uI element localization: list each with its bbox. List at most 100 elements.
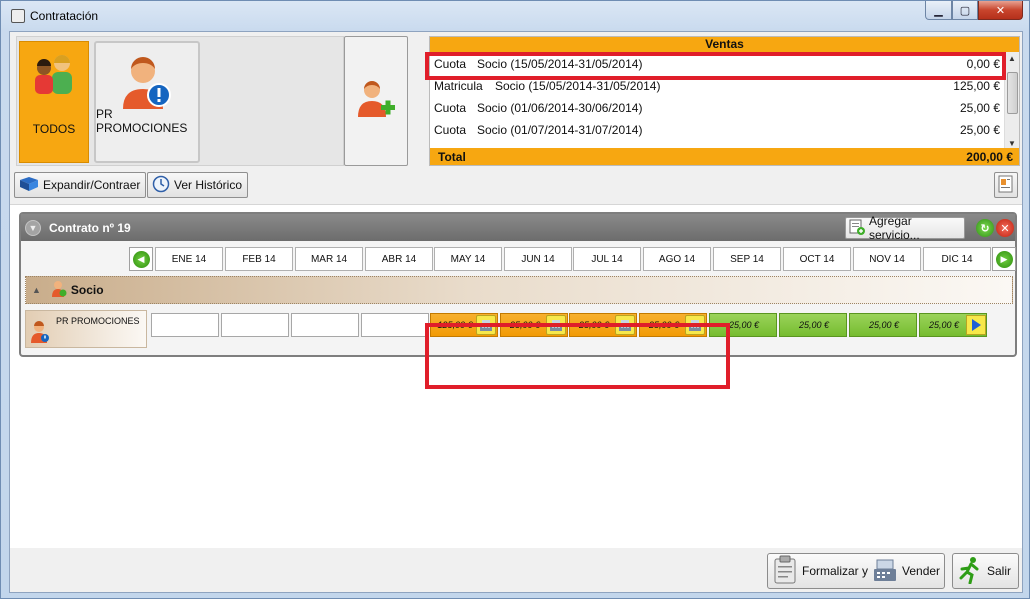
cell-amount: 25,00 € (868, 320, 900, 330)
month-header: SEP 14 (713, 247, 781, 271)
group-people-icon (26, 52, 82, 99)
group-row-socio[interactable]: ▲ Socio (25, 276, 1013, 304)
client-area: TODOS PR PROMOCIONES Ventas Cuota Socio … (9, 31, 1023, 593)
add-person-icon (356, 79, 396, 124)
next-months-button[interactable]: ▶ (992, 247, 1016, 271)
profile-todos[interactable]: TODOS (19, 41, 89, 163)
add-service-label: Agregar servicio... (869, 214, 920, 242)
cell-amount: 25,00 € (728, 320, 760, 330)
cell-amount: 25,00 € (509, 320, 541, 330)
cash-register-icon[interactable] (546, 315, 566, 335)
month-header: FEB 14 (225, 247, 293, 271)
contract-area: ▼ Contrato nº 19 Agregar servicio... ↻ ✕… (10, 204, 1022, 548)
cash-register-icon[interactable] (476, 315, 496, 335)
contratacion-window: Contratación ▁ ▢ ✕ TODOS PR PROMOCIONES … (0, 0, 1030, 599)
ventas-row-desc: Socio (15/05/2014-31/05/2014) (495, 79, 661, 93)
socio-icon (51, 280, 67, 301)
ventas-row[interactable]: Cuota Socio (15/05/2014-31/05/2014) 0,00… (430, 53, 1006, 75)
running-man-icon (958, 556, 982, 587)
salir-label: Salir (987, 564, 1012, 578)
cell-amount: 25,00 € (578, 320, 610, 330)
cell-amount: 25,00 € (928, 320, 960, 330)
collapse-chevron-icon[interactable]: ▼ (25, 219, 41, 236)
month-cell[interactable]: 25,00 € (849, 313, 917, 337)
ver-historico-button[interactable]: Ver Histórico (147, 172, 249, 198)
prev-months-button[interactable]: ◀ (129, 247, 153, 271)
profile-pr-promociones[interactable]: PR PROMOCIONES (94, 41, 200, 163)
service-label[interactable]: PR PROMOCIONES (25, 310, 147, 348)
month-cell[interactable]: 25,00 € (779, 313, 847, 337)
title-bar: Contratación ▁ ▢ ✕ (1, 1, 1029, 31)
collapse-caret-icon[interactable]: ▲ (32, 285, 41, 295)
delete-contract-icon[interactable]: ✕ (996, 219, 1014, 237)
group-label: Socio (70, 283, 104, 297)
month-header: MAY 14 (434, 247, 502, 271)
cash-register-icon[interactable] (615, 315, 635, 335)
ventas-scrollbar[interactable]: ▲ ▼ (1004, 52, 1019, 150)
cash-register-icon[interactable] (685, 315, 705, 335)
window-title: Contratación (30, 9, 99, 23)
refresh-icon[interactable]: ↻ (976, 219, 994, 237)
scroll-thumb[interactable] (1007, 72, 1018, 114)
month-cell[interactable]: 25,00 € (569, 313, 637, 337)
month-cell[interactable]: 25,00 € (639, 313, 707, 337)
minimize-button[interactable]: ▁ (925, 1, 952, 20)
book-icon (19, 176, 39, 195)
formalize-sell-button[interactable]: Formalizar y Vender (767, 553, 945, 589)
cell-amount: 125,00 € (437, 320, 473, 330)
ventas-row-amount: 125,00 € (953, 79, 1000, 93)
ventas-row[interactable]: Matricula Socio (15/05/2014-31/05/2014) … (430, 75, 1006, 97)
add-client-button[interactable] (344, 36, 408, 166)
ver-historico-label: Ver Histórico (174, 178, 243, 192)
month-cell[interactable]: 125,00 € (430, 313, 498, 337)
month-cell[interactable] (291, 313, 359, 337)
month-cell[interactable] (221, 313, 289, 337)
month-header: ENE 14 (155, 247, 223, 271)
ventas-row-type: Matricula (434, 79, 483, 93)
cash-register-icon (872, 557, 898, 586)
expand-collapse-button[interactable]: Expandir/Contraer (14, 172, 147, 198)
clipboard-icon (772, 555, 798, 588)
month-cell[interactable] (151, 313, 219, 337)
person-alert-icon (119, 53, 175, 114)
maximize-button[interactable]: ▢ (952, 1, 978, 20)
ventas-row[interactable]: Cuota Socio (01/07/2014-31/07/2014) 25,0… (430, 119, 1006, 141)
ventas-total-row: Total 200,00 € (430, 148, 1019, 165)
month-cell[interactable]: 25,00 € (709, 313, 777, 337)
ventas-panel: Ventas Cuota Socio (15/05/2014-31/05/201… (429, 36, 1020, 166)
maximize-icon: ▢ (959, 4, 971, 17)
month-header: ABR 14 (365, 247, 433, 271)
ventas-title: Ventas (430, 37, 1019, 52)
month-cell[interactable] (361, 313, 429, 337)
cell-amount: 25,00 € (798, 320, 830, 330)
cell-amount: 25,00 € (648, 320, 680, 330)
service-person-icon (30, 320, 50, 346)
month-header: NOV 14 (853, 247, 921, 271)
contract-title: Contrato nº 19 (49, 220, 131, 235)
notes-button[interactable] (994, 172, 1018, 198)
month-header: MAR 14 (295, 247, 363, 271)
contract-panel: ▼ Contrato nº 19 Agregar servicio... ↻ ✕… (19, 212, 1017, 357)
contract-header: ▼ Contrato nº 19 Agregar servicio... ↻ ✕ (21, 214, 1015, 242)
document-icon (998, 175, 1014, 196)
add-service-icon (849, 219, 865, 238)
service-name: PR PROMOCIONES (56, 316, 140, 326)
salir-button[interactable]: Salir (952, 553, 1019, 589)
ventas-row-amount: 0,00 € (966, 57, 1000, 71)
ventas-row[interactable]: Cuota Socio (01/06/2014-30/06/2014) 25,0… (430, 97, 1006, 119)
ventas-row-desc: Socio (15/05/2014-31/05/2014) (477, 57, 643, 71)
month-cell[interactable]: 25,00 € (919, 313, 987, 337)
close-button[interactable]: ✕ (978, 1, 1023, 20)
scroll-down-icon: ▼ (1008, 139, 1016, 148)
play-icon[interactable] (966, 315, 986, 335)
month-header: JUL 14 (573, 247, 641, 271)
ventas-row-type: Cuota (434, 101, 467, 115)
ventas-total-label: Total (438, 149, 466, 164)
add-service-button[interactable]: Agregar servicio... (845, 214, 965, 242)
ventas-row-amount: 25,00 € (959, 123, 1000, 137)
month-cell[interactable]: 25,00 € (500, 313, 568, 337)
scroll-up-icon: ▲ (1008, 54, 1016, 63)
month-header: DIC 14 (923, 247, 991, 271)
ventas-row-type: Cuota (434, 57, 467, 71)
arrow-right-icon: ▶ (995, 250, 1013, 268)
